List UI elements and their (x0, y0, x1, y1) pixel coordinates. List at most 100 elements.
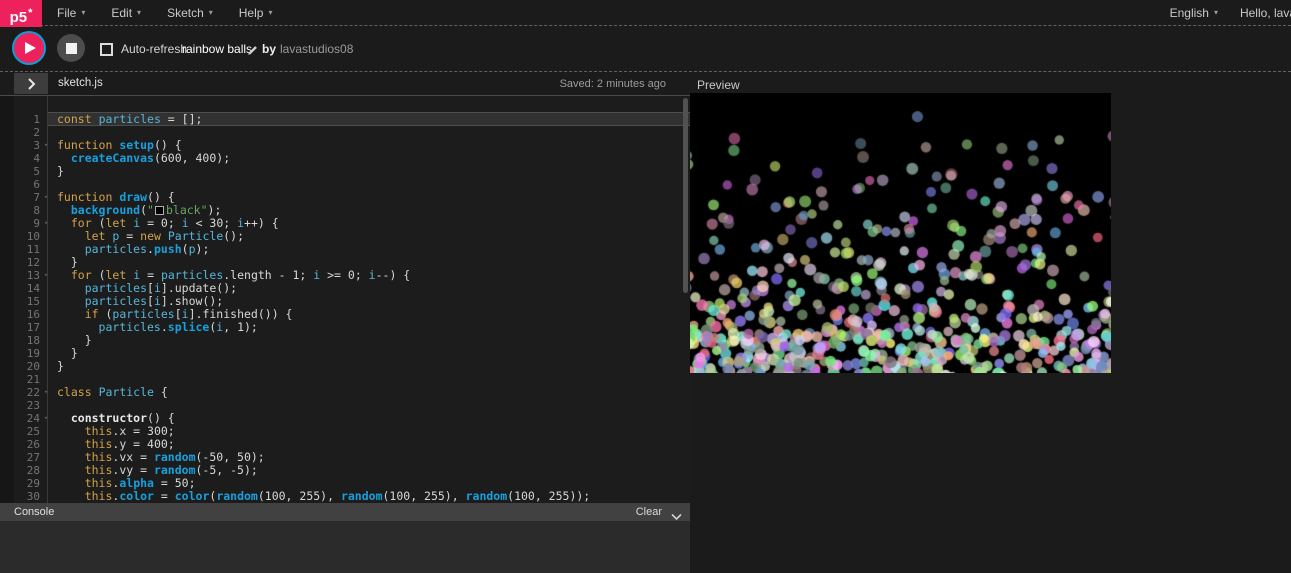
fold-marker-icon (40, 451, 52, 464)
fold-marker-icon[interactable]: ▾ (40, 217, 52, 230)
code-editor[interactable]: 1const particles = [];23▾function setup(… (0, 96, 690, 503)
tab-sketch-js[interactable]: sketch.js (58, 77, 103, 89)
caret-down-icon: ▾ (268, 9, 272, 17)
fold-marker-icon (40, 490, 52, 503)
code-line[interactable]: 19 } (0, 347, 690, 360)
auto-refresh-label[interactable]: Auto-refresh (121, 42, 187, 56)
stop-button[interactable] (57, 34, 85, 62)
caret-down-icon: ▾ (209, 9, 213, 17)
line-number: 8 (14, 204, 40, 217)
sidebar-expand-button[interactable] (14, 73, 48, 94)
fold-marker-icon[interactable]: ▾ (40, 386, 52, 399)
fold-marker-icon (40, 230, 52, 243)
p5-web-editor: File▾Edit▾Sketch▾Help▾ English ▾ Hello, … (0, 0, 1291, 573)
line-number: 2 (14, 126, 40, 139)
preview-title: Preview (697, 78, 740, 92)
code-line[interactable]: 22▾class Particle { (0, 386, 690, 399)
fold-marker-icon (40, 334, 52, 347)
console-clear-button[interactable]: Clear (636, 506, 662, 518)
fold-marker-icon (40, 178, 52, 191)
line-number: 16 (14, 308, 40, 321)
stop-icon (66, 43, 77, 54)
line-number: 3 (14, 139, 40, 152)
line-number: 15 (14, 295, 40, 308)
fold-marker-icon[interactable]: ▾ (40, 191, 52, 204)
line-number: 5 (14, 165, 40, 178)
caret-down-icon: ▾ (137, 9, 141, 17)
preview-canvas (690, 93, 1111, 373)
fold-marker-icon (40, 256, 52, 269)
line-number: 30 (14, 490, 40, 503)
menu-sketch[interactable]: Sketch▾ (154, 6, 226, 20)
by-label: by (262, 42, 276, 56)
fold-marker-icon (40, 113, 52, 126)
author-name[interactable]: lavastudios08 (280, 42, 353, 56)
code-line[interactable]: 5} (0, 165, 690, 178)
chevron-right-icon (27, 78, 36, 90)
fold-marker-icon (40, 464, 52, 477)
editor-scrollbar[interactable] (683, 98, 688, 293)
fold-marker-icon (40, 360, 52, 373)
line-number: 20 (14, 360, 40, 373)
fold-marker-icon (40, 126, 52, 139)
line-number: 6 (14, 178, 40, 191)
account-greeting[interactable]: Hello, lava (1240, 6, 1291, 20)
code-line[interactable]: 1const particles = []; (0, 113, 690, 126)
fold-marker-icon (40, 399, 52, 412)
code-lines: 1const particles = [];23▾function setup(… (0, 113, 690, 503)
line-number: 1 (14, 113, 40, 126)
fold-marker-icon (40, 204, 52, 217)
sketch-name[interactable]: rainbow balls (182, 42, 252, 56)
language-label: English (1170, 6, 1209, 20)
color-swatch[interactable] (155, 206, 164, 215)
fold-marker-icon (40, 425, 52, 438)
fold-marker-icon (40, 308, 52, 321)
fold-marker-icon[interactable]: ▾ (40, 139, 52, 152)
fold-marker-icon (40, 165, 52, 178)
code-line[interactable]: 20} (0, 360, 690, 373)
menu-help[interactable]: Help▾ (226, 6, 286, 20)
fold-marker-icon (40, 477, 52, 490)
fold-marker-icon[interactable]: ▾ (40, 269, 52, 282)
sketch-toolbar: Auto-refresh rainbow balls by lavastudios… (0, 26, 1291, 72)
saved-status: Saved: 2 minutes ago (560, 78, 666, 90)
code-line[interactable]: 11 particles.push(p); (0, 243, 690, 256)
console-header: Console Clear (0, 503, 690, 521)
line-number: 22 (14, 386, 40, 399)
line-number: 10 (14, 230, 40, 243)
code-line[interactable]: 17 particles.splice(i, 1); (0, 321, 690, 334)
line-number: 23 (14, 399, 40, 412)
line-number: 9 (14, 217, 40, 230)
code-line[interactable]: 4 createCanvas(600, 400); (0, 152, 690, 165)
fold-marker-icon (40, 243, 52, 256)
code-line[interactable]: 30 this.color = color(random(100, 255), … (0, 490, 690, 503)
code-line[interactable]: 18 } (0, 334, 690, 347)
fold-marker-icon[interactable]: ▾ (40, 412, 52, 425)
line-number: 26 (14, 438, 40, 451)
menu-file[interactable]: File▾ (44, 6, 98, 20)
menu-edit[interactable]: Edit▾ (98, 6, 154, 20)
line-number: 13 (14, 269, 40, 282)
nav-menus: File▾Edit▾Sketch▾Help▾ (44, 0, 285, 25)
line-number: 21 (14, 373, 40, 386)
edit-pencil-icon[interactable] (247, 43, 258, 61)
console-output (0, 521, 690, 573)
language-selector[interactable]: English ▾ (1170, 6, 1218, 20)
line-number: 4 (14, 152, 40, 165)
fold-marker-icon (40, 295, 52, 308)
fold-marker-icon (40, 347, 52, 360)
p5-logo[interactable]: p5* (0, 0, 42, 27)
console-title: Console (14, 506, 54, 518)
caret-down-icon: ▾ (1214, 9, 1218, 17)
line-number: 24 (14, 412, 40, 425)
play-button[interactable] (14, 33, 44, 63)
auto-refresh-checkbox[interactable] (100, 43, 113, 56)
line-number: 19 (14, 347, 40, 360)
nav-right: English ▾ Hello, lava (1170, 0, 1291, 25)
line-number: 25 (14, 425, 40, 438)
line-number: 11 (14, 243, 40, 256)
line-number: 14 (14, 282, 40, 295)
fold-marker-icon (40, 152, 52, 165)
fold-marker-icon (40, 438, 52, 451)
play-icon (25, 42, 36, 54)
